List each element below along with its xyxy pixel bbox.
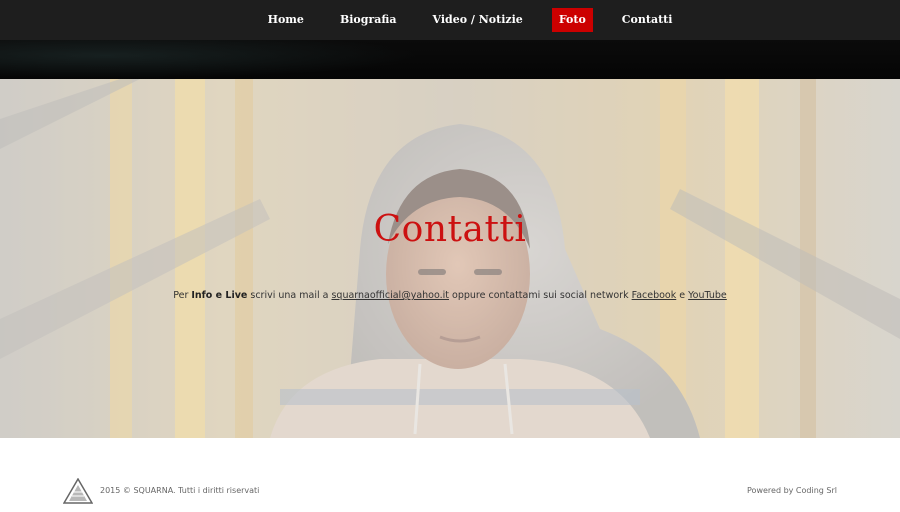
top-navbar: Home Biografia Video / Notizie Foto Cont… bbox=[0, 0, 900, 40]
contact-text-middle: scrivi una mail a bbox=[247, 290, 332, 301]
hero-overlay bbox=[0, 79, 900, 438]
header-glow bbox=[0, 40, 420, 79]
footer: 2015 © SQUARNA. Tutti i diritti riservat… bbox=[0, 438, 900, 512]
contact-text-prefix: Per bbox=[173, 290, 192, 301]
email-link[interactable]: squarnaofficial@yahoo.it bbox=[331, 290, 449, 301]
nav-item-video-notizie[interactable]: Video / Notizie bbox=[426, 8, 530, 32]
squarna-logo-icon[interactable] bbox=[63, 478, 93, 504]
contact-text-bold: Info e Live bbox=[191, 290, 248, 301]
contact-text-after-email: oppure contattami sui social network bbox=[449, 290, 632, 301]
nav-list: Home Biografia Video / Notizie Foto Cont… bbox=[250, 8, 691, 32]
hero-section: Contatti Per Info e Live scrivi una mail… bbox=[0, 79, 900, 438]
youtube-link[interactable]: YouTube bbox=[688, 290, 727, 301]
nav-item-home[interactable]: Home bbox=[261, 8, 311, 32]
nav-item-contatti[interactable]: Contatti bbox=[615, 8, 680, 32]
nav-item-foto[interactable]: Foto bbox=[551, 8, 593, 32]
contact-text-conj: e bbox=[676, 290, 689, 301]
footer-copyright: 2015 © SQUARNA. Tutti i diritti riservat… bbox=[100, 486, 260, 495]
contact-text: Per Info e Live scrivi una mail a squarn… bbox=[0, 290, 900, 301]
header-dark-band bbox=[0, 40, 900, 79]
page-title: Contatti bbox=[373, 209, 527, 250]
footer-powered-by[interactable]: Powered by Coding Srl bbox=[747, 486, 837, 495]
nav-item-biografia[interactable]: Biografia bbox=[333, 8, 404, 32]
facebook-link[interactable]: Facebook bbox=[632, 290, 677, 301]
